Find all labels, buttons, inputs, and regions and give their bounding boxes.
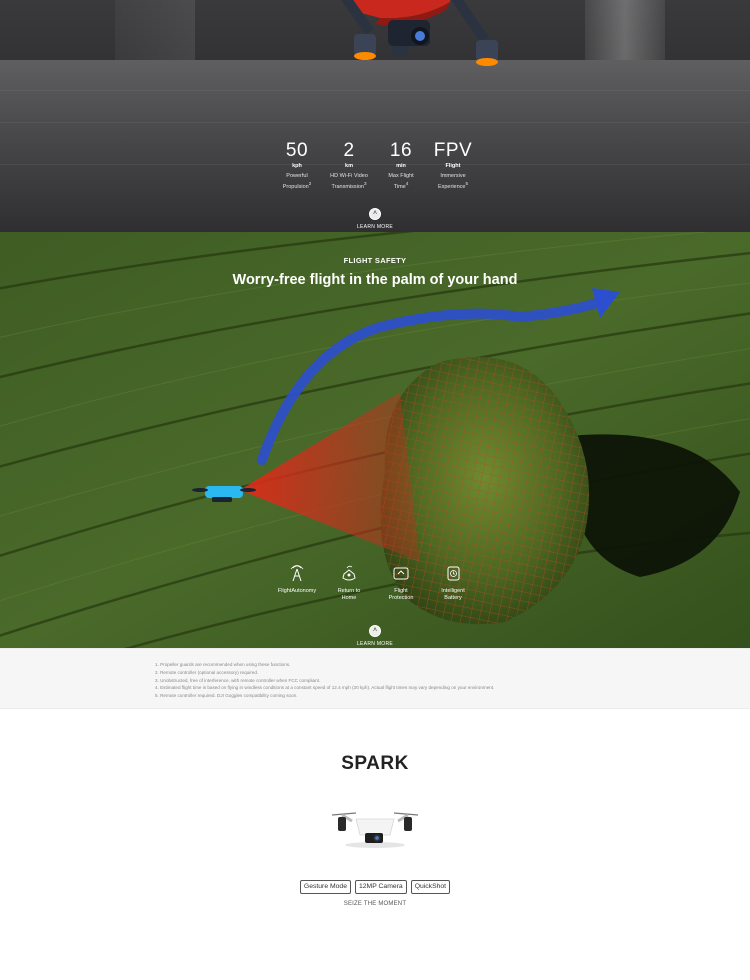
stat-desc: Immersive Experience5 xyxy=(437,173,469,190)
stats-row: 50 kph Powerful Propulsion2 2 km HD Wi-F… xyxy=(0,140,750,191)
flight-safety-section: FLIGHT SAFETY Worry-free flight in the p… xyxy=(0,232,750,648)
flight-protection-icon xyxy=(393,567,409,580)
feature-label: FlightAutonomy xyxy=(277,588,317,594)
antenna-icon xyxy=(290,565,304,582)
battery-icon xyxy=(447,566,460,581)
stat-value: FPV xyxy=(433,140,473,161)
chip-12mp-camera[interactable]: 12MP Camera xyxy=(355,880,407,894)
safety-features: FlightAutonomy Return to Home Flight Pro… xyxy=(0,564,750,602)
product-section: SPARK Gesture Mode 12MP Camera QuickShot… xyxy=(0,709,750,980)
chip-quickshot[interactable]: QuickShot xyxy=(410,880,451,894)
stat-unit: Flight xyxy=(445,163,461,169)
stat-value: 2 xyxy=(343,140,355,161)
section-eyebrow: FLIGHT SAFETY xyxy=(343,256,407,265)
chip-gesture-mode[interactable]: Gesture Mode xyxy=(299,880,351,894)
stat-unit: kph xyxy=(292,163,302,169)
stat-desc: Max Flight Time4 xyxy=(388,173,414,190)
footnote: 3. Unobstructed, free of interference, w… xyxy=(155,677,321,683)
feature-label: Flight Protection xyxy=(388,588,414,601)
chevron-up-icon: ˄ xyxy=(369,208,381,220)
footnotes-section: 1. Propeller guards are recommended when… xyxy=(0,648,750,709)
footnote: 4. Estimated flight time is based on fly… xyxy=(155,685,495,691)
footnote: 2. Remote controller (optional accessory… xyxy=(155,669,259,675)
learn-more-label: LEARN MORE xyxy=(356,224,394,230)
stat-desc: HD Wi-Fi Video Transmission3 xyxy=(330,173,368,190)
stat-fpv: FPV Flight Immersive Experience5 xyxy=(433,140,473,191)
wall-column xyxy=(115,0,195,60)
hero-learn-more-button[interactable]: ˄ LEARN MORE xyxy=(0,202,750,230)
feature-flightautonomy[interactable]: FlightAutonomy xyxy=(276,564,318,602)
learn-more-label: LEARN MORE xyxy=(356,641,394,647)
stat-speed: 50 kph Powerful Propulsion2 xyxy=(277,140,317,191)
product-feature-chips: Gesture Mode 12MP Camera QuickShot xyxy=(0,880,750,894)
return-home-icon xyxy=(342,565,356,581)
stat-value: 16 xyxy=(389,140,413,161)
hero-drone-image xyxy=(340,0,498,66)
stat-unit: km xyxy=(345,163,353,169)
feature-intelligent-battery[interactable]: Intelligent Battery xyxy=(432,564,474,602)
footnote: 1. Propeller guards are recommended when… xyxy=(155,662,291,667)
section-headline: Worry-free flight in the palm of your ha… xyxy=(232,272,518,288)
stat-unit: min xyxy=(396,163,406,169)
stat-flight-time: 16 min Max Flight Time4 xyxy=(381,140,421,191)
stat-range: 2 km HD Wi-Fi Video Transmission3 xyxy=(329,140,369,191)
product-name: SPARK xyxy=(341,753,409,774)
feature-label: Return to Home xyxy=(337,588,361,601)
product-tagline: SEIZE THE MOMENT xyxy=(343,901,407,907)
footnote: 5. Remote controller required. DJI Goggl… xyxy=(155,693,298,699)
stat-value: 50 xyxy=(285,140,309,161)
chevron-up-icon: ˄ xyxy=(369,625,381,637)
stat-desc: Powerful Propulsion2 xyxy=(282,173,312,190)
feature-flight-protection[interactable]: Flight Protection xyxy=(380,564,422,602)
product-drone-image[interactable] xyxy=(330,803,420,851)
safety-learn-more-button[interactable]: ˄ LEARN MORE xyxy=(0,619,750,647)
hero-section: 50 kph Powerful Propulsion2 2 km HD Wi-F… xyxy=(0,0,750,232)
feature-return-to-home[interactable]: Return to Home xyxy=(328,564,370,602)
feature-label: Intelligent Battery xyxy=(441,588,465,601)
footnotes-list: 1. Propeller guards are recommended when… xyxy=(155,661,494,700)
